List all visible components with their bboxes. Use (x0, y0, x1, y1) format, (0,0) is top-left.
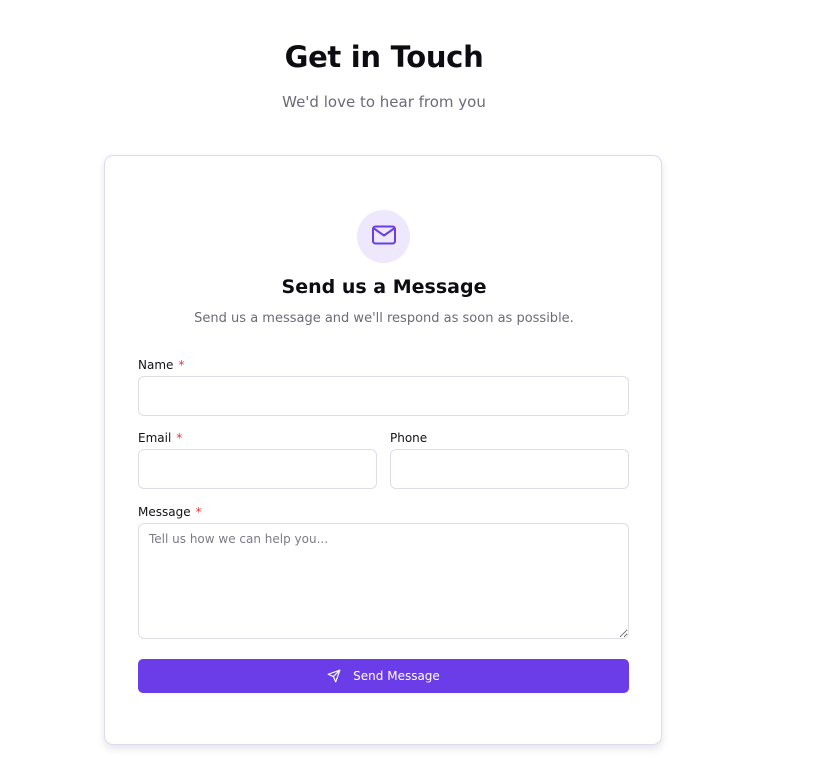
message-label: Message * (138, 505, 202, 519)
name-label: Name * (138, 358, 184, 372)
phone-label-text: Phone (390, 431, 428, 445)
send-icon (327, 669, 341, 683)
phone-input[interactable] (390, 449, 629, 489)
name-label-text: Name (138, 358, 174, 372)
mail-icon (371, 224, 397, 250)
page-subtitle: We'd love to hear from you (282, 93, 486, 111)
page-title: Get in Touch (284, 40, 484, 74)
card-description: Send us a message and we'll respond as s… (194, 311, 574, 326)
contact-card: Send us a Message Send us a message and … (104, 155, 662, 745)
mail-icon-badge (357, 210, 410, 263)
send-message-button[interactable]: Send Message (138, 659, 629, 693)
send-message-label: Send Message (353, 669, 440, 683)
phone-label: Phone (390, 431, 427, 445)
name-required-mark: * (178, 358, 185, 372)
email-label: Email * (138, 431, 182, 445)
name-input[interactable] (138, 376, 629, 416)
email-label-text: Email (138, 431, 172, 445)
message-required-mark: * (195, 505, 202, 519)
contact-page: Get in Touch We'd love to hear from you … (0, 0, 820, 758)
card-title: Send us a Message (281, 276, 487, 298)
message-label-text: Message (138, 505, 191, 519)
message-textarea[interactable] (138, 523, 629, 639)
email-input[interactable] (138, 449, 377, 489)
email-required-mark: * (176, 431, 183, 445)
